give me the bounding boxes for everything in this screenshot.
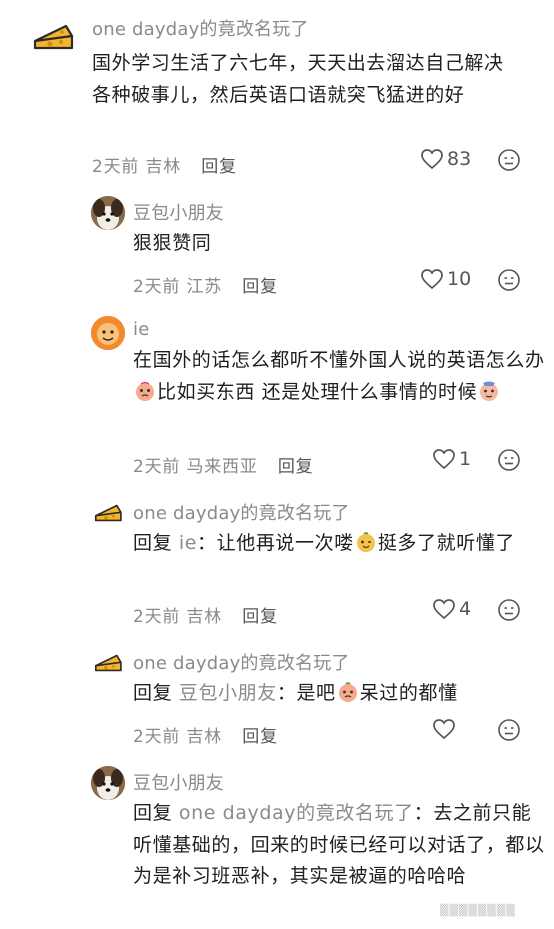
comment-meta: 2天前 马来西亚 回复 [133, 452, 313, 477]
comment-text: 回复 豆包小朋友：是吧 呆过的都懂 [133, 678, 545, 710]
reply-button[interactable]: 回复 [242, 727, 278, 747]
dislike-button[interactable] [497, 598, 521, 626]
location: 吉林 [186, 607, 223, 627]
username[interactable]: one dayday的竟改名玩了 [92, 15, 309, 41]
reply-button[interactable]: 回复 [242, 277, 278, 297]
location: 马来西亚 [186, 457, 258, 477]
dislike-button[interactable] [497, 448, 521, 476]
dog-avatar[interactable] [91, 196, 125, 230]
comment-text-part: 挺多了就听懂了 [377, 532, 516, 554]
like-button[interactable]: 10 [420, 268, 471, 290]
comment-text: 国外学习生活了六七年，天天出去溜达自己解决各种破事儿，然后英语口语就突飞猛进的好 [92, 52, 504, 106]
comment-text-part: 在国外的话怎么都听不懂外国人说的英语怎么办 [133, 349, 545, 371]
unhappy-face-icon [498, 269, 520, 291]
like-count: 4 [459, 598, 472, 620]
cheese-avatar[interactable] [28, 12, 78, 62]
comment-text: 回复 ie：让他再说一次喽 挺多了就听懂了 [133, 528, 545, 560]
username[interactable]: 豆包小朋友 [133, 199, 224, 225]
heart-icon [421, 149, 443, 170]
location: 吉林 [186, 727, 223, 747]
like-button[interactable]: 4 [432, 598, 471, 620]
username[interactable]: one dayday的竟改名玩了 [133, 649, 350, 675]
winking-face-emoji-icon [355, 531, 377, 553]
comment-meta: 2天前 吉林 回复 [133, 602, 278, 627]
comment-text-part: ：让他再说一次喽 [197, 532, 354, 554]
reply-button[interactable]: 回复 [278, 457, 314, 477]
reply-target-user[interactable]: one dayday的竟改名玩了 [179, 802, 414, 824]
comment-text-part: 呆过的都懂 [359, 682, 458, 704]
location: 江苏 [186, 277, 223, 297]
like-count: 83 [447, 148, 472, 170]
dislike-button[interactable] [497, 718, 521, 746]
unhappy-face-icon [498, 149, 520, 171]
comment-text: 狠狠赞同 [133, 232, 212, 254]
reply-button[interactable]: 回复 [201, 157, 237, 177]
heart-icon [433, 449, 455, 470]
comment-meta: 2天前 江苏 回复 [133, 272, 278, 297]
dislike-button[interactable] [497, 268, 521, 296]
unhappy-face-icon [498, 719, 520, 741]
dog-avatar[interactable] [91, 766, 125, 800]
like-count: 10 [447, 268, 472, 290]
reply-prefix: 回复 [133, 682, 173, 704]
username[interactable]: 豆包小朋友 [133, 769, 224, 795]
comment-text-part: 比如买东西 还是处理什么事情的时候 [157, 380, 478, 403]
username[interactable]: ie [133, 319, 149, 340]
heart-icon [421, 269, 443, 290]
crying-face-emoji-icon [134, 380, 156, 402]
like-button[interactable]: 83 [420, 148, 471, 170]
location: 吉林 [145, 157, 182, 177]
sweating-face-emoji-icon [478, 380, 500, 402]
cheese-avatar[interactable] [91, 646, 125, 680]
timestamp: 2天前 [133, 457, 181, 477]
reply-target-user[interactable]: 豆包小朋友 [179, 682, 277, 704]
timestamp: 2天前 [133, 727, 181, 747]
unhappy-face-icon [498, 599, 520, 621]
dislike-button[interactable] [497, 148, 521, 176]
comment-meta: 2天前 吉林 回复 [92, 152, 237, 177]
username[interactable]: one dayday的竟改名玩了 [133, 499, 350, 525]
reply-prefix: 回复 [133, 802, 173, 824]
comment-meta: 2天前 吉林 回复 [133, 722, 278, 747]
comment-text: 在国外的话怎么都听不懂外国人说的英语怎么办比如买东西 还是处理什么事情的时候 [133, 345, 545, 408]
cheese-avatar[interactable] [91, 496, 125, 530]
heart-icon [433, 599, 455, 620]
reply-prefix: 回复 [133, 532, 173, 554]
embarrassed-face-emoji-icon [337, 681, 359, 703]
heart-icon [433, 719, 455, 740]
watermark: ▒▒▒▒▒▒▒▒ [440, 904, 516, 917]
comment-text: 回复 one dayday的竟改名玩了：去之前只能听懂基础的，回来的时候已经可以… [133, 798, 545, 893]
like-count: 1 [459, 448, 472, 470]
timestamp: 2天前 [133, 277, 181, 297]
like-button[interactable] [432, 718, 459, 740]
orange-avatar[interactable] [91, 316, 125, 350]
like-button[interactable]: 1 [432, 448, 471, 470]
comment-text-part: ：是吧 [276, 682, 336, 704]
timestamp: 2天前 [92, 157, 140, 177]
reply-button[interactable]: 回复 [242, 607, 278, 627]
reply-target-user[interactable]: ie [179, 532, 197, 554]
unhappy-face-icon [498, 449, 520, 471]
timestamp: 2天前 [133, 607, 181, 627]
